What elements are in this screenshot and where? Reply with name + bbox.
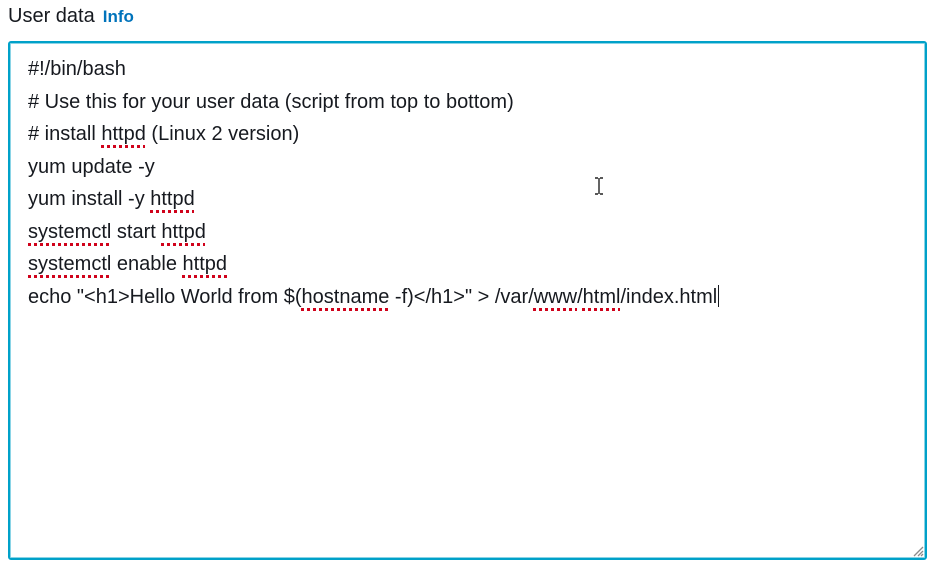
misspelled-word: systemctl [28,220,112,243]
code-line: # Use this for your user data (script fr… [28,86,719,119]
text-caret [718,284,720,307]
misspelled-word: systemctl [28,253,112,275]
misspelled-word: httpd [101,123,146,145]
code-text: yum update -y [28,155,155,178]
code-text: /index.html [620,285,718,308]
user-data-field: User data Info #!/bin/bash # Use this for… [0,0,936,574]
code-line: # install httpd (Linux 2 version) [28,118,719,151]
user-data-textarea[interactable]: #!/bin/bash # Use this for your user data… [8,41,927,560]
field-label: User data [8,5,95,27]
field-label-row: User data Info [8,5,134,29]
code-line: yum update -y [28,151,719,184]
code-text: start [111,220,162,243]
misspelled-word: hostname [301,285,390,308]
misspelled-word: httpd [182,253,227,275]
misspelled-word: httpd [150,188,195,210]
code-line: yum install -y httpd [28,183,719,216]
code-text: #!/bin/bash [28,58,126,80]
code-line: systemctl start httpd [28,216,719,249]
code-text: (Linux 2 version) [145,123,300,145]
misspelled-word: httpd [161,220,206,243]
resize-grip-icon[interactable] [910,543,924,557]
code-text: enable [111,253,183,275]
code-text: # install [28,123,102,145]
user-data-content[interactable]: #!/bin/bash # Use this for your user data… [28,53,720,314]
text-cursor-icon [595,177,603,195]
code-text: yum install -y [28,188,151,210]
info-link[interactable]: Info [103,7,134,27]
misspelled-word: html [582,285,621,308]
code-text: -f)</h1>" > /var/ [389,285,534,308]
code-line: echo "<h1>Hello World from $(hostname -f… [28,281,720,314]
code-text: echo "<h1>Hello World from $( [28,285,302,308]
misspelled-word: www [533,285,578,308]
code-text: # Use this for your user data (script fr… [28,90,514,113]
code-line: systemctl enable httpd [28,248,719,281]
code-line: #!/bin/bash [28,53,719,86]
